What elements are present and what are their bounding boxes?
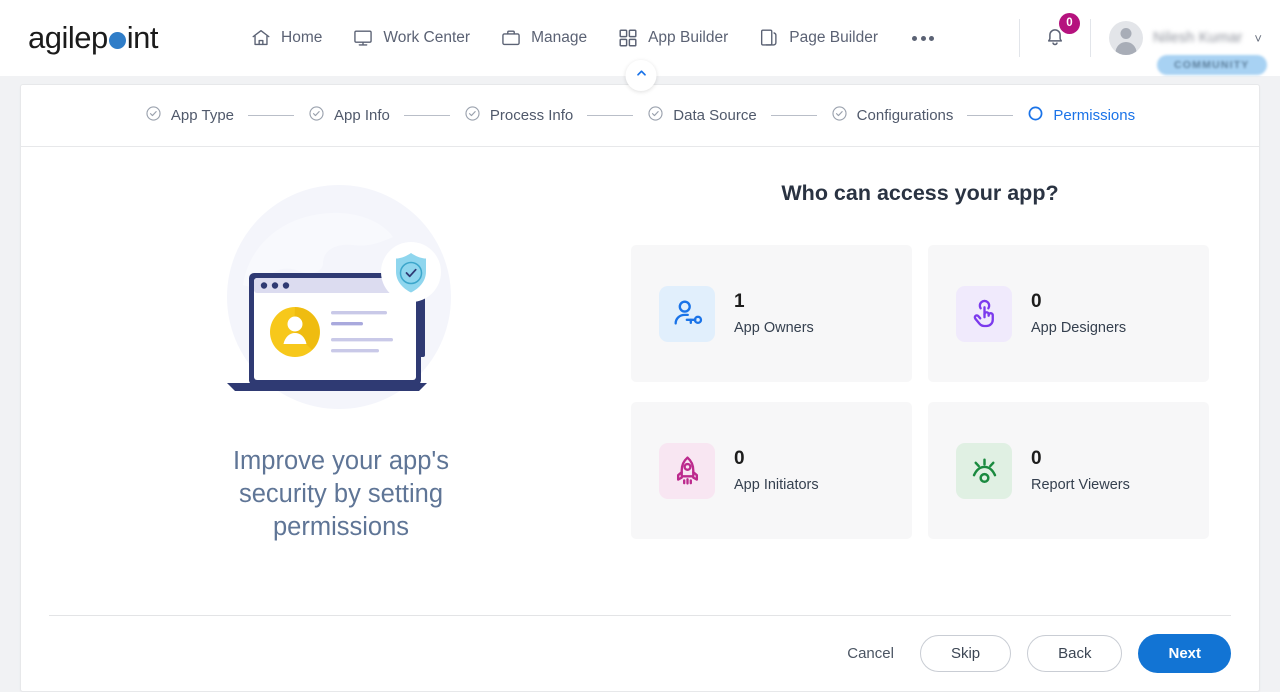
cancel-button[interactable]: Cancel xyxy=(837,639,904,668)
step-label-configurations: Configurations xyxy=(856,107,954,124)
page-title: Who can access your app? xyxy=(781,181,1059,205)
tap-hand-icon xyxy=(956,285,1012,342)
step-connector xyxy=(248,115,295,116)
promo-column: Improve your app's security by setting p… xyxy=(61,171,621,615)
step-data-source[interactable]: Data Source xyxy=(647,105,757,127)
permission-cards-grid: 1 App Owners 0 App Designers 0 App Initi… xyxy=(621,245,1219,539)
permission-card-app-owners[interactable]: 1 App Owners xyxy=(631,245,912,382)
bell-icon xyxy=(1042,28,1068,53)
logo-text-part1: agilep xyxy=(28,20,108,55)
permission-card-text: 0 Report Viewers xyxy=(1031,448,1130,493)
user-key-icon xyxy=(659,285,715,342)
notifications-button[interactable]: 0 xyxy=(1038,12,1080,58)
grid-icon xyxy=(617,27,639,49)
nav-label-home: Home xyxy=(281,29,323,46)
access-column: Who can access your app? 1 App Owners 0 … xyxy=(621,171,1219,615)
step-configurations[interactable]: Configurations xyxy=(831,105,954,127)
step-app-info[interactable]: App Info xyxy=(308,105,390,127)
header-divider-2 xyxy=(1089,19,1091,57)
step-label-process-info: Process Info xyxy=(489,107,574,124)
step-app-type[interactable]: App Type xyxy=(145,105,234,127)
page-container: App Type App Info Process Info Data Sour… xyxy=(0,76,1280,692)
nav-label-manage: Manage xyxy=(531,29,588,46)
permission-count: 0 xyxy=(734,448,745,470)
check-circle-icon xyxy=(308,105,325,127)
rocket-icon xyxy=(659,442,715,499)
wizard-footer: Cancel Skip Back Next xyxy=(49,615,1231,691)
permission-count: 0 xyxy=(1031,448,1042,470)
check-circle-icon xyxy=(647,105,664,127)
back-button[interactable]: Back xyxy=(1027,635,1123,672)
step-label-app-type: App Type xyxy=(170,107,235,124)
permission-card-text: 0 App Initiators xyxy=(734,448,819,493)
permission-label: App Designers xyxy=(1031,319,1127,336)
step-label-data-source: Data Source xyxy=(673,107,757,124)
nav-label-app-builder: App Builder xyxy=(648,29,729,46)
step-connector xyxy=(587,115,634,116)
check-circle-icon xyxy=(831,105,848,127)
logo-dot-icon xyxy=(108,31,126,49)
user-menu[interactable]: Nilesh Kumar ˅ COMMUNITY xyxy=(1108,21,1267,75)
skip-button[interactable]: Skip xyxy=(919,635,1012,672)
nav-item-work-center[interactable]: Work Center xyxy=(352,27,470,49)
home-icon xyxy=(250,27,272,49)
nav-item-manage[interactable]: Manage xyxy=(500,27,587,49)
chevron-up-icon xyxy=(634,66,648,85)
step-label-app-info: App Info xyxy=(334,107,390,124)
avatar xyxy=(1108,21,1143,55)
app-header: agilep int Home Work Center Manage App B… xyxy=(0,0,1280,91)
step-permissions[interactable]: Permissions xyxy=(1027,105,1135,127)
next-button[interactable]: Next xyxy=(1138,634,1231,673)
permission-card-report-viewers[interactable]: 0 Report Viewers xyxy=(928,402,1209,539)
promo-text: Improve your app's security by setting p… xyxy=(232,447,450,541)
permission-label: App Initiators xyxy=(734,476,819,493)
nav-item-home[interactable]: Home xyxy=(250,27,322,49)
check-circle-icon xyxy=(464,105,481,127)
notification-count-badge: 0 xyxy=(1058,12,1080,34)
nav-label-work-center: Work Center xyxy=(383,29,471,46)
wizard-card: App Type App Info Process Info Data Sour… xyxy=(20,84,1260,692)
circle-icon xyxy=(1027,105,1044,127)
permission-card-text: 0 App Designers xyxy=(1031,291,1126,336)
main-navigation: Home Work Center Manage App Builder Page… xyxy=(250,27,938,49)
nav-item-page-builder[interactable]: Page Builder xyxy=(758,27,878,49)
step-process-info[interactable]: Process Info xyxy=(464,105,573,127)
logo-text-part2: int xyxy=(126,20,159,55)
permission-card-app-designers[interactable]: 0 App Designers xyxy=(928,245,1209,382)
user-plan-badge: COMMUNITY xyxy=(1156,55,1267,75)
nav-item-app-builder[interactable]: App Builder xyxy=(617,27,728,49)
agilepoint-logo[interactable]: agilep int xyxy=(28,20,159,56)
check-circle-icon xyxy=(145,105,162,127)
step-connector xyxy=(967,115,1014,116)
permission-count: 1 xyxy=(734,291,745,313)
collapse-header-button[interactable] xyxy=(625,60,657,91)
permission-label: Report Viewers xyxy=(1031,476,1130,493)
wizard-stepper: App Type App Info Process Info Data Sour… xyxy=(21,85,1259,147)
briefcase-icon xyxy=(500,27,522,49)
chevron-down-icon: ˅ xyxy=(1254,30,1262,46)
step-connector xyxy=(403,115,450,116)
permission-count: 0 xyxy=(1031,291,1042,313)
laptop-security-shield-illustration xyxy=(191,177,491,427)
report-eye-icon xyxy=(956,442,1012,499)
permission-label: App Owners xyxy=(734,319,814,336)
wizard-body: Improve your app's security by setting p… xyxy=(21,147,1259,615)
header-divider xyxy=(1018,19,1020,57)
step-label-permissions: Permissions xyxy=(1053,107,1136,124)
step-connector xyxy=(770,115,817,116)
user-name-label: Nilesh Kumar xyxy=(1152,30,1243,46)
monitor-icon xyxy=(352,27,374,49)
permission-card-text: 1 App Owners xyxy=(734,291,814,336)
pages-icon xyxy=(758,27,780,49)
more-menu-icon[interactable] xyxy=(908,35,938,41)
permission-card-app-initiators[interactable]: 0 App Initiators xyxy=(631,402,912,539)
header-right-area: 0 Nilesh Kumar ˅ COMMUNITY xyxy=(1001,12,1267,75)
nav-label-page-builder: Page Builder xyxy=(789,29,878,46)
